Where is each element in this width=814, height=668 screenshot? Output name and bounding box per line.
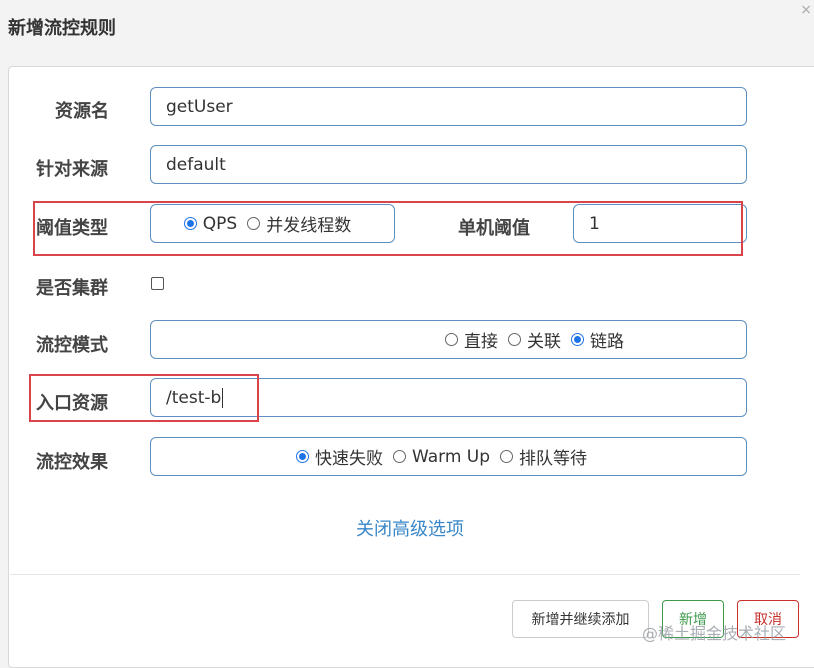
radio-icon [508,333,521,346]
add-and-continue-button[interactable]: 新增并继续添加 [512,600,649,638]
behavior-option-warm-up[interactable]: Warm Up [392,446,491,467]
resource-input[interactable]: getUser [150,87,747,126]
radio-icon [500,450,514,463]
highlight-box-ref-resource [29,374,259,422]
behavior-option-label: 排队等待 [519,449,588,469]
toggle-advanced-link[interactable]: 关闭高级选项 [356,515,464,541]
footer-divider [10,574,800,575]
cluster-checkbox[interactable] [151,277,164,290]
close-icon[interactable]: × [800,2,812,18]
strategy-option-label: 直接 [464,332,498,352]
resource-value: getUser [166,96,233,117]
behavior-option-fail-fast[interactable]: 快速失败 [295,444,383,469]
strategy-option-direct[interactable]: 直接 [445,327,498,352]
radio-icon [445,333,458,346]
strategy-option-label: 关联 [527,332,561,352]
behavior-option-label: 快速失败 [314,449,383,469]
radio-selected-icon [295,450,309,463]
radio-selected-icon [571,333,584,346]
behavior-option-queue[interactable]: 排队等待 [500,444,587,469]
strategy-radio-group: 直接 关联 链路 [150,320,747,359]
strategy-option-label: 链路 [590,332,624,352]
strategy-label: 流控模式 [36,335,108,356]
watermark: @稀土掘金技术社区 [642,624,787,643]
dialog-title: 新增流控规则 [8,18,116,39]
resource-label: 资源名 [55,101,109,122]
control-behavior-label: 流控效果 [36,452,108,473]
highlight-box-grade-row [33,201,743,256]
limit-app-input[interactable]: default [150,145,747,184]
strategy-option-relate[interactable]: 关联 [508,327,561,352]
radio-icon [392,450,406,463]
control-behavior-radio-group: 快速失败 Warm Up 排队等待 [150,437,747,476]
limit-app-label: 针对来源 [36,159,108,180]
behavior-option-label: Warm Up [411,446,491,467]
strategy-option-chain[interactable]: 链路 [571,327,624,352]
limit-app-value: default [166,154,226,175]
cluster-label: 是否集群 [36,278,108,299]
